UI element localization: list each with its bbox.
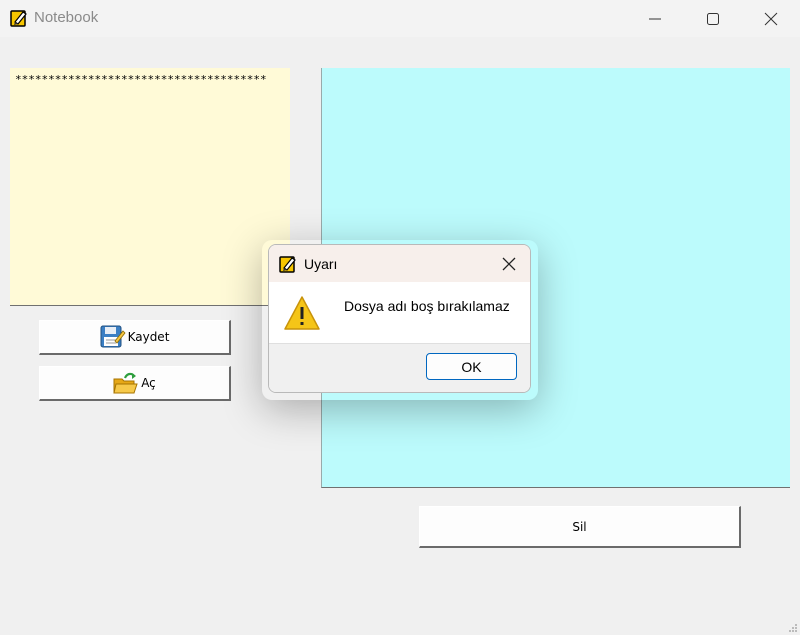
maximize-button[interactable] <box>684 0 742 37</box>
close-icon <box>764 12 778 26</box>
save-button-label: Kaydet <box>127 330 170 344</box>
note-text-area[interactable]: ************************************** <box>10 68 290 306</box>
window-title: Notebook <box>34 9 99 26</box>
warning-dialog: Uyarı Dosya adı boş bırakılamaz OK <box>268 244 531 393</box>
open-button[interactable]: Aç <box>39 366 231 401</box>
dialog-title-bar: Uyarı <box>269 245 530 282</box>
minimize-button[interactable] <box>626 0 684 37</box>
delete-button-label: Sil <box>572 519 587 534</box>
notepad-pencil-icon <box>10 10 27 27</box>
save-button[interactable]: Kaydet <box>39 320 231 355</box>
ok-button[interactable]: OK <box>426 353 517 380</box>
dialog-footer: OK <box>269 343 530 392</box>
title-bar: Notebook <box>0 0 800 37</box>
notepad-pencil-icon <box>279 256 296 273</box>
minimize-icon <box>649 18 661 20</box>
dialog-message: Dosya adı boş bırakılamaz <box>344 298 510 314</box>
dialog-body: Dosya adı boş bırakılamaz <box>269 282 530 343</box>
delete-button[interactable]: Sil <box>419 506 741 548</box>
maximize-icon <box>707 13 719 25</box>
dialog-title: Uyarı <box>304 256 338 272</box>
dialog-close-button[interactable] <box>498 253 520 275</box>
open-button-label: Aç <box>141 376 156 390</box>
floppy-save-icon <box>100 325 126 348</box>
warning-icon <box>284 296 320 330</box>
resize-grip-icon[interactable] <box>788 623 798 633</box>
close-button[interactable] <box>742 0 800 37</box>
open-folder-icon <box>113 372 138 394</box>
close-icon <box>502 257 516 271</box>
